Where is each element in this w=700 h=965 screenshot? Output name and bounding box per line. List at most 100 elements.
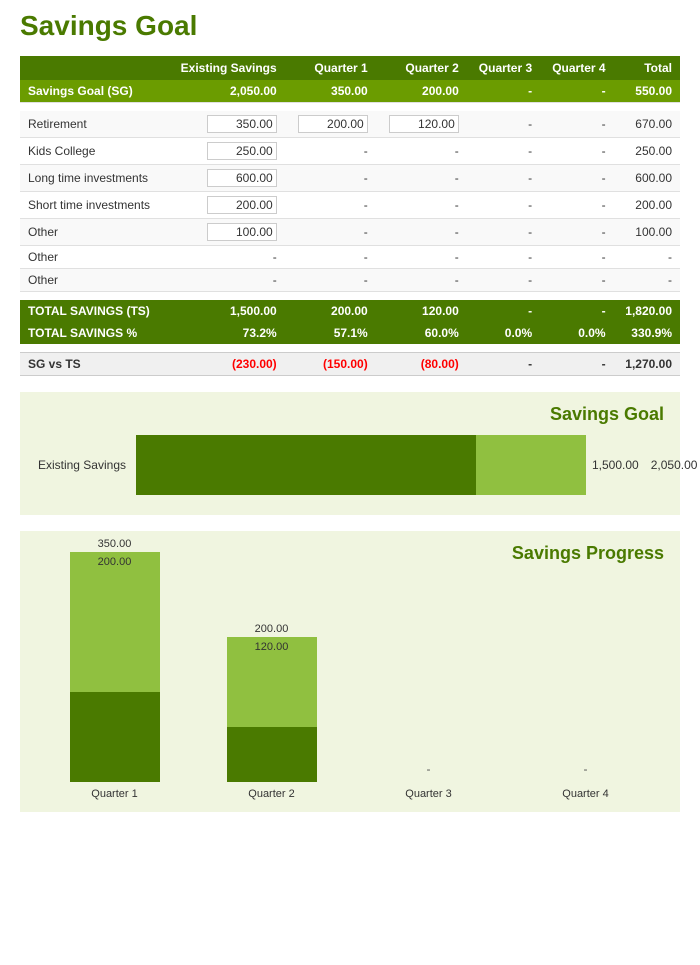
col-header-q1: Quarter 1 <box>285 56 376 80</box>
q4-val: - <box>540 165 613 192</box>
sg-label: Savings Goal (SG) <box>20 80 166 103</box>
q1-val: - <box>285 269 376 292</box>
pct-q1: 57.1% <box>285 322 376 344</box>
q4-val: - <box>540 111 613 138</box>
ts-q4: - <box>540 300 613 322</box>
sgts-existing: (230.00) <box>166 353 285 376</box>
row-label: Short time investments <box>20 192 166 219</box>
bar-axis-q3: Quarter 3 <box>405 788 451 800</box>
sgts-q3: - <box>467 353 540 376</box>
h-bar-container: 1,500.00 2,050.00 <box>136 435 700 495</box>
ts-q1: 200.00 <box>285 300 376 322</box>
total-val: 670.00 <box>614 111 680 138</box>
savings-progress-chart: Savings Progress 350.00 200.00 Quarter 1… <box>20 531 680 812</box>
q1-val: - <box>285 219 376 246</box>
col-header-name <box>20 56 166 80</box>
total-val: 100.00 <box>614 219 680 246</box>
row-label: Long time investments <box>20 165 166 192</box>
row-label: Retirement <box>20 111 166 138</box>
pct-q4: 0.0% <box>540 322 613 344</box>
bar-dash-q4: - <box>584 762 588 776</box>
existing-val: - <box>166 246 285 269</box>
total-val: 250.00 <box>614 138 680 165</box>
q4-val: - <box>540 138 613 165</box>
existing-input[interactable]: 100.00 <box>207 223 277 241</box>
existing-input[interactable]: 600.00 <box>207 169 277 187</box>
bar-group-q2: 200.00 120.00 Quarter 2 <box>193 623 350 800</box>
pct-total: 330.9% <box>614 322 680 344</box>
q4-val: - <box>540 219 613 246</box>
sgts-label: SG vs TS <box>20 353 166 376</box>
existing-input[interactable]: 200.00 <box>207 196 277 214</box>
q2-val: - <box>376 165 467 192</box>
h-bar-label: Existing Savings <box>36 458 136 472</box>
q1-val: - <box>285 165 376 192</box>
ts-total: 1,820.00 <box>614 300 680 322</box>
pct-label: TOTAL SAVINGS % <box>20 322 166 344</box>
ts-q3: - <box>467 300 540 322</box>
pct-q3: 0.0% <box>467 322 540 344</box>
row-label: Other <box>20 219 166 246</box>
col-header-q4: Quarter 4 <box>540 56 613 80</box>
q4-val: - <box>540 192 613 219</box>
existing-input[interactable]: 350.00 <box>207 115 277 133</box>
q3-val: - <box>467 269 540 292</box>
savings-goal-chart: Savings Goal Existing Savings 1,500.00 2… <box>20 392 680 515</box>
total-val: - <box>614 246 680 269</box>
savings-goal-chart-title: Savings Goal <box>36 404 664 425</box>
sg-total: 550.00 <box>614 80 680 103</box>
table-row: Long time investments 600.00 - - - - 600… <box>20 165 680 192</box>
bar-axis-q4: Quarter 4 <box>562 788 608 800</box>
q1-input[interactable]: 200.00 <box>298 115 368 133</box>
bar-goal-label-q1: 350.00 <box>98 538 132 550</box>
existing-input[interactable]: 250.00 <box>207 142 277 160</box>
q3-val: - <box>467 111 540 138</box>
bar-group-q1: 350.00 200.00 Quarter 1 <box>36 538 193 800</box>
page-title: Savings Goal <box>20 10 680 42</box>
total-val: - <box>614 269 680 292</box>
col-header-q2: Quarter 2 <box>376 56 467 80</box>
q3-val: - <box>467 246 540 269</box>
sgts-total: 1,270.00 <box>614 353 680 376</box>
q1-val: - <box>285 246 376 269</box>
row-label: Other <box>20 269 166 292</box>
sg-existing: 2,050.00 <box>166 80 285 103</box>
q2-input[interactable]: 120.00 <box>389 115 459 133</box>
q2-val: - <box>376 219 467 246</box>
sg-vs-ts-row: SG vs TS (230.00) (150.00) (80.00) - - 1… <box>20 353 680 376</box>
q3-val: - <box>467 138 540 165</box>
table-row: Kids College 250.00 - - - - 250.00 <box>20 138 680 165</box>
h-bar-light <box>476 435 586 495</box>
sg-q4: - <box>540 80 613 103</box>
col-header-q3: Quarter 3 <box>467 56 540 80</box>
savings-goal-row: Savings Goal (SG) 2,050.00 350.00 200.00… <box>20 80 680 103</box>
savings-table: Existing Savings Quarter 1 Quarter 2 Qua… <box>20 56 680 376</box>
table-row: Other - - - - - - <box>20 269 680 292</box>
q4-val: - <box>540 269 613 292</box>
bar-group-q4: - Quarter 4 <box>507 762 664 800</box>
q3-val: - <box>467 219 540 246</box>
col-header-total: Total <box>614 56 680 80</box>
ts-label: TOTAL SAVINGS (TS) <box>20 300 166 322</box>
h-bar-light-value: 2,050.00 <box>645 458 700 472</box>
bar-group-q3: - Quarter 3 <box>350 762 507 800</box>
q4-val: - <box>540 246 613 269</box>
table-row: Other - - - - - - <box>20 246 680 269</box>
col-header-existing: Existing Savings <box>166 56 285 80</box>
q3-val: - <box>467 165 540 192</box>
bar-actual-label-q2: 120.00 <box>255 641 289 653</box>
pct-q2: 60.0% <box>376 322 467 344</box>
q1-val: - <box>285 192 376 219</box>
bar-chart-container: 350.00 200.00 Quarter 1 200.00 120.00 Qu… <box>36 580 664 800</box>
row-label: Other <box>20 246 166 269</box>
h-bar-dark-value: 1,500.00 <box>586 458 645 472</box>
total-savings-row: TOTAL SAVINGS (TS) 1,500.00 200.00 120.0… <box>20 300 680 322</box>
table-row: Short time investments 200.00 - - - - 20… <box>20 192 680 219</box>
table-row: Retirement 350.00 200.00 120.00 - - 670.… <box>20 111 680 138</box>
q2-val: - <box>376 269 467 292</box>
sg-q1: 350.00 <box>285 80 376 103</box>
sgts-q2: (80.00) <box>376 353 467 376</box>
sgts-q4: - <box>540 353 613 376</box>
q1-val: - <box>285 138 376 165</box>
total-pct-row: TOTAL SAVINGS % 73.2% 57.1% 60.0% 0.0% 0… <box>20 322 680 344</box>
